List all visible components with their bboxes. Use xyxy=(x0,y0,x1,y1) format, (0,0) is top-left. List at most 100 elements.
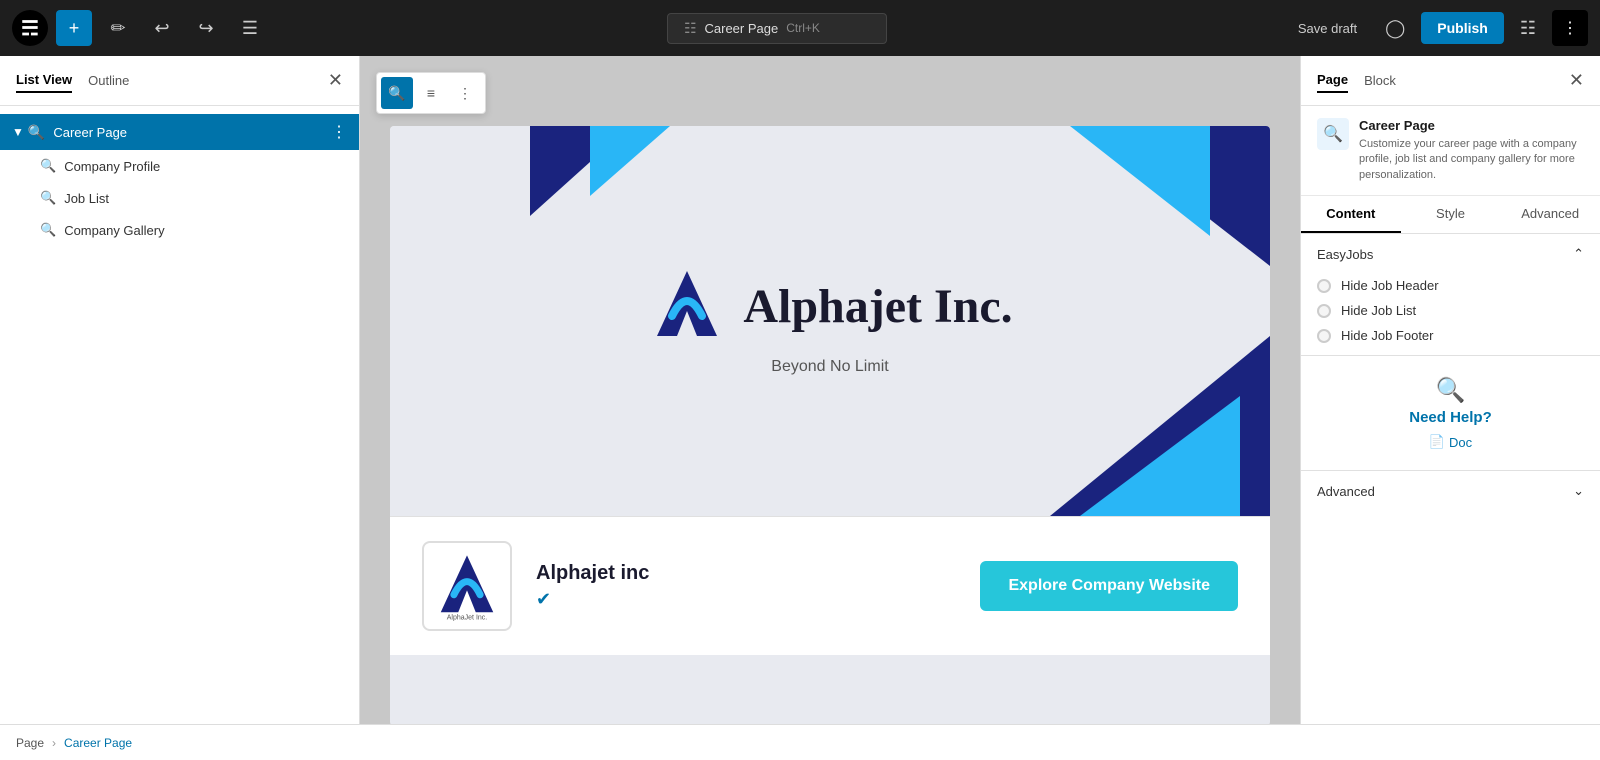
panel-tabs: Content Style Advanced xyxy=(1301,196,1600,234)
company-gallery-label: Company Gallery xyxy=(64,223,164,238)
advanced-label: Advanced xyxy=(1317,484,1375,499)
tab-page[interactable]: Page xyxy=(1317,68,1348,93)
redo-button[interactable]: ↪ xyxy=(188,10,224,46)
doc-icon: 📄 xyxy=(1429,434,1445,450)
job-list-icon: 🔍 xyxy=(40,190,56,206)
hero-company-name: Alphajet Inc. xyxy=(743,279,1012,334)
need-help-section: 🔍 Need Help? 📄 Doc xyxy=(1301,356,1600,471)
left-sidebar: List View Outline ✕ ▼ 🔍 Career Page ⋮ 🔍 … xyxy=(0,56,360,724)
tree-child-job-list[interactable]: 🔍 Job List xyxy=(0,182,359,214)
toggle-hide-header[interactable] xyxy=(1317,279,1331,293)
company-name-text: Alphajet inc xyxy=(536,562,956,585)
doc-link[interactable]: 📄 Doc xyxy=(1317,434,1584,450)
job-list-label: Job List xyxy=(64,191,109,206)
hero-logo-svg xyxy=(647,266,727,346)
add-block-button[interactable]: + xyxy=(56,10,92,46)
keyboard-shortcut: Ctrl+K xyxy=(786,21,820,35)
toggle-row-hide-footer: Hide Job Footer xyxy=(1317,328,1584,343)
breadcrumb-current[interactable]: Career Page xyxy=(64,736,132,750)
canvas-tool-search[interactable]: 🔍 xyxy=(381,77,413,109)
tree-child-company-profile[interactable]: 🔍 Company Profile xyxy=(0,150,359,182)
block-title: Career Page xyxy=(1359,118,1584,133)
sidebar-header: List View Outline ✕ xyxy=(0,56,359,106)
topbar-center: ☷ Career Page Ctrl+K xyxy=(276,13,1278,44)
need-help-title: Need Help? xyxy=(1317,409,1584,426)
block-description: Customize your career page with a compan… xyxy=(1359,137,1584,183)
toggle-hide-footer[interactable] xyxy=(1317,329,1331,343)
breadcrumb-page[interactable]: Page xyxy=(16,736,44,750)
sidebar-tabs: List View Outline xyxy=(16,68,129,93)
career-page-icon: 🔍 xyxy=(28,124,45,141)
block-type-icon: 🔍 xyxy=(1317,118,1349,150)
company-profile-icon: 🔍 xyxy=(40,158,56,174)
hide-header-label: Hide Job Header xyxy=(1341,278,1439,293)
page-title-text: Career Page xyxy=(705,21,779,36)
canvas-tool-more[interactable]: ⋮ xyxy=(449,77,481,109)
breadcrumb-separator: › xyxy=(52,736,56,750)
canvas-toolbar: 🔍 ≡ ⋮ xyxy=(376,72,486,114)
doc-label: Doc xyxy=(1449,435,1472,450)
company-gallery-icon: 🔍 xyxy=(40,222,56,238)
tree-root-career-page[interactable]: ▼ 🔍 Career Page ⋮ xyxy=(0,114,359,150)
right-sidebar: Page Block ✕ 🔍 Career Page Customize you… xyxy=(1300,56,1600,724)
explore-company-button[interactable]: Explore Company Website xyxy=(980,561,1238,611)
easyjobs-header[interactable]: EasyJobs ⌃ xyxy=(1301,234,1600,274)
easyjobs-collapse-icon: ⌃ xyxy=(1573,246,1584,262)
verified-badge-icon: ✔ xyxy=(536,589,956,610)
settings-button[interactable]: ☷ xyxy=(1512,12,1544,45)
tree-child-company-gallery[interactable]: 🔍 Company Gallery xyxy=(0,214,359,246)
close-sidebar-button[interactable]: ✕ xyxy=(328,70,343,91)
save-draft-button[interactable]: Save draft xyxy=(1286,15,1369,42)
publish-button[interactable]: Publish xyxy=(1421,12,1504,44)
panel-tab-advanced[interactable]: Advanced xyxy=(1500,196,1600,233)
more-options-icon[interactable]: ⋮ xyxy=(331,122,347,142)
shape-top-left-blue xyxy=(590,126,670,196)
tree-container: ▼ 🔍 Career Page ⋮ 🔍 Company Profile 🔍 Jo… xyxy=(0,106,359,724)
tab-block[interactable]: Block xyxy=(1364,68,1396,93)
shape-top-right-blue xyxy=(1070,126,1210,236)
panel-tab-content[interactable]: Content xyxy=(1301,196,1401,233)
tree-root-label: Career Page xyxy=(53,125,331,140)
hide-footer-label: Hide Job Footer xyxy=(1341,328,1434,343)
right-tabs: Page Block xyxy=(1317,68,1396,93)
hero-logo: Alphajet Inc. xyxy=(647,266,1012,346)
canvas-area[interactable]: 🔍 ≡ ⋮ xyxy=(360,56,1300,724)
topbar: ☴ + ✏ ↩ ↪ ☰ ☷ Career Page Ctrl+K Save dr… xyxy=(0,0,1600,56)
block-details: Career Page Customize your career page w… xyxy=(1359,118,1584,183)
company-logo-box: AlphaJet Inc. xyxy=(422,541,512,631)
close-right-sidebar-button[interactable]: ✕ xyxy=(1569,70,1584,91)
toggle-hide-list[interactable] xyxy=(1317,304,1331,318)
tab-list-view[interactable]: List View xyxy=(16,68,72,93)
toggle-row-hide-list: Hide Job List xyxy=(1317,303,1584,318)
page-title-bar[interactable]: ☷ Career Page Ctrl+K xyxy=(667,13,887,44)
hide-list-label: Hide Job List xyxy=(1341,303,1416,318)
canvas-tool-align[interactable]: ≡ xyxy=(415,77,447,109)
main-layout: List View Outline ✕ ▼ 🔍 Career Page ⋮ 🔍 … xyxy=(0,56,1600,724)
svg-text:AlphaJet Inc.: AlphaJet Inc. xyxy=(447,614,488,621)
options-button[interactable]: ⋮ xyxy=(1552,10,1588,46)
tab-outline[interactable]: Outline xyxy=(88,68,129,93)
company-info: Alphajet inc ✔ xyxy=(536,562,956,610)
chevron-icon: ▼ xyxy=(12,125,24,139)
advanced-expand-icon: ⌄ xyxy=(1573,483,1584,499)
preview-button[interactable]: ◯ xyxy=(1377,12,1413,45)
company-logo-small: AlphaJet Inc. xyxy=(432,551,502,621)
easyjobs-title: EasyJobs xyxy=(1317,247,1373,262)
block-info: 🔍 Career Page Customize your career page… xyxy=(1301,106,1600,196)
hero-tagline: Beyond No Limit xyxy=(771,358,888,376)
canvas-content: Alphajet Inc. Beyond No Limit AlphaJet I… xyxy=(390,126,1270,724)
advanced-section: Advanced ⌄ xyxy=(1301,471,1600,511)
topbar-right: Save draft ◯ Publish ☷ ⋮ xyxy=(1286,10,1588,46)
wp-logo-icon[interactable]: ☴ xyxy=(12,10,48,46)
toggle-options: Hide Job Header Hide Job List Hide Job F… xyxy=(1301,274,1600,355)
list-view-button[interactable]: ☰ xyxy=(232,10,268,46)
company-profile-label: Company Profile xyxy=(64,159,160,174)
undo-button[interactable]: ↩ xyxy=(144,10,180,46)
advanced-header[interactable]: Advanced ⌄ xyxy=(1317,483,1584,499)
panel-tab-style[interactable]: Style xyxy=(1401,196,1501,233)
need-help-icon: 🔍 xyxy=(1317,376,1584,405)
hero-section: Alphajet Inc. Beyond No Limit xyxy=(390,126,1270,516)
bottom-bar: Page › Career Page xyxy=(0,724,1600,760)
edit-mode-button[interactable]: ✏ xyxy=(100,10,136,46)
toggle-row-hide-header: Hide Job Header xyxy=(1317,278,1584,293)
